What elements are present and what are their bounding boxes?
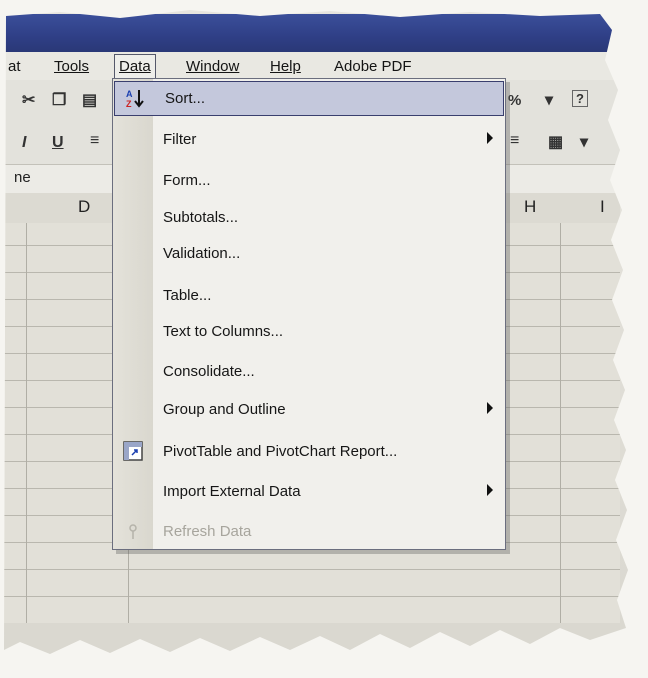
menu-item-pivottable[interactable]: PivotTable and PivotChart Report... [113, 435, 505, 468]
zoom-dropdown-icon[interactable]: ▾ [545, 90, 553, 110]
menu-item-label: Group and Outline [163, 401, 286, 418]
menu-item-label: PivotTable and PivotChart Report... [163, 443, 398, 460]
name-box[interactable]: ne [14, 169, 31, 186]
menu-item-import-external-data[interactable]: Import External Data [113, 475, 505, 508]
book-page-photo: at Tools Data Window Help Adobe PDF ✂ ❐ … [0, 0, 648, 678]
menu-tools[interactable]: Tools [50, 56, 93, 78]
menu-item-label: Filter [163, 131, 197, 148]
menu-item-label: Sort... [165, 90, 206, 107]
grid-line [560, 223, 561, 623]
grid-line [26, 223, 27, 623]
data-menu-dropdown: A Z Sort... Filter Form... Subtotals... … [112, 78, 506, 550]
align-right-icon[interactable]: ≡ [510, 132, 519, 150]
menu-item-validation[interactable]: Validation... [113, 237, 505, 270]
window-title-bar [0, 14, 620, 52]
sort-ascending-icon: A Z [126, 89, 144, 108]
svg-text:A: A [126, 89, 133, 99]
column-header-d[interactable]: D [78, 197, 90, 217]
menu-format[interactable]: at [4, 56, 25, 78]
menu-help-label: Help [270, 58, 301, 75]
submenu-arrow-icon [487, 132, 493, 144]
borders-icon[interactable]: ▦ [548, 132, 563, 152]
copy-icon[interactable]: ❐ [52, 90, 66, 110]
help-icon[interactable]: ? [572, 90, 588, 107]
underline-button[interactable]: U [52, 134, 64, 152]
menu-item-label: Import External Data [163, 483, 301, 500]
menu-item-label: Form... [163, 172, 211, 189]
menu-item-label: Text to Columns... [163, 323, 284, 340]
menu-item-form[interactable]: Form... [113, 164, 505, 197]
menu-item-text-to-columns[interactable]: Text to Columns... [113, 315, 505, 348]
menu-item-subtotals[interactable]: Subtotals... [113, 201, 505, 234]
menu-window[interactable]: Window [182, 56, 243, 78]
column-header-i[interactable]: I [600, 197, 605, 217]
submenu-arrow-icon [487, 402, 493, 414]
menu-item-refresh-data: Refresh Data [113, 515, 505, 548]
pivot-table-icon [123, 441, 143, 461]
menu-item-filter[interactable]: Filter [113, 123, 505, 156]
menu-data-label: Data [119, 58, 151, 75]
italic-button[interactable]: I [22, 134, 26, 152]
menu-window-label: Window [186, 58, 240, 75]
cut-icon[interactable]: ✂ [22, 90, 35, 110]
menu-bar: at Tools Data Window Help Adobe PDF [0, 52, 620, 81]
svg-text:Z: Z [126, 99, 132, 108]
menu-item-table[interactable]: Table... [113, 279, 505, 312]
menu-item-label: Refresh Data [163, 523, 252, 540]
menu-item-label: Table... [163, 287, 212, 304]
refresh-icon [129, 524, 137, 539]
menu-adobe-pdf[interactable]: Adobe PDF [330, 56, 416, 78]
menu-item-label: Validation... [163, 245, 241, 262]
menu-data[interactable]: Data [114, 54, 156, 81]
menu-tools-label: Tools [54, 58, 90, 75]
menu-item-group-and-outline[interactable]: Group and Outline [113, 393, 505, 426]
borders-dropdown-icon[interactable]: ▾ [580, 132, 588, 152]
menu-item-label: Subtotals... [163, 209, 239, 226]
menu-item-consolidate[interactable]: Consolidate... [113, 355, 505, 388]
paste-icon[interactable]: ▤ [82, 90, 97, 110]
column-header-h[interactable]: H [524, 197, 536, 217]
menu-help[interactable]: Help [266, 56, 305, 78]
submenu-arrow-icon [487, 484, 493, 496]
menu-item-label: Consolidate... [163, 363, 255, 380]
zoom-percent[interactable]: % [508, 92, 521, 109]
align-left-icon[interactable]: ≡ [90, 132, 99, 150]
menu-item-sort[interactable]: A Z Sort... [114, 81, 504, 116]
